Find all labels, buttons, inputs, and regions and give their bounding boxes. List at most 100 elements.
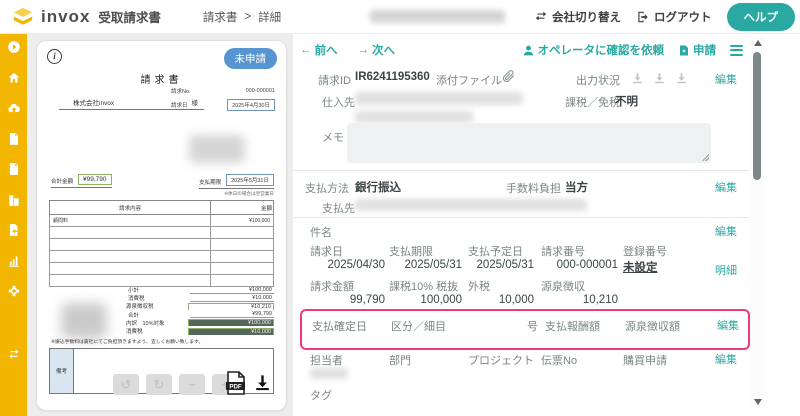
tag-label: タグ [310, 387, 332, 403]
payment-method-value: 銀行振込 [355, 179, 401, 195]
company-switch-button[interactable]: 会社切り替え [534, 9, 621, 25]
total-value: ¥10,000 [190, 295, 274, 302]
table-row [50, 263, 274, 275]
total-value-tax[interactable]: ¥10,000 [188, 328, 274, 335]
edit-subject-link[interactable]: 編集 [715, 223, 737, 239]
edit-assignment-link[interactable]: 編集 [715, 351, 737, 367]
collapse-arrow-icon[interactable] [7, 40, 21, 54]
due-date-label: 支払期限 [389, 243, 433, 259]
upload-cloud-icon[interactable] [7, 101, 21, 115]
apply-doc-icon [678, 44, 690, 57]
person-icon [522, 44, 535, 57]
logo-text: invox [41, 7, 90, 27]
category-detail-label: 区分／細目 [391, 318, 446, 334]
registration-number-value[interactable]: 未設定 [623, 259, 658, 275]
scroll-down-icon[interactable] [754, 399, 762, 405]
logout-label: ログアウト [654, 9, 712, 25]
pdf-download-icon[interactable]: PDF [225, 371, 246, 395]
breadcrumb-invoices[interactable]: 請求書 [203, 9, 238, 25]
settings-gear-icon[interactable] [7, 284, 21, 298]
analytics-chart-icon[interactable] [7, 254, 21, 268]
doc-due-date[interactable]: 2025年5月31日 [226, 174, 274, 186]
vertical-scrollbar[interactable] [751, 37, 764, 408]
rotate-right-button[interactable]: ↻ [146, 374, 172, 395]
request-operator-button[interactable]: オペレータに確認を依頼 [522, 42, 665, 58]
total-value-withholding[interactable]: ¥10,210 [188, 303, 274, 310]
menu-hamburger-icon[interactable] [730, 45, 743, 56]
doc-invoice-date[interactable]: 2025年4月30日 [227, 99, 275, 111]
supplier-building-icon[interactable] [7, 193, 21, 207]
output-download-icon[interactable] [653, 71, 666, 85]
company-switch-label: 会社切り替え [552, 9, 621, 25]
fee-burden-label: 手数料負担 [506, 180, 561, 196]
total-label: 小計 [128, 286, 190, 294]
output-download-icon[interactable] [675, 71, 688, 85]
switch-arrows-icon [534, 10, 548, 24]
slip-no-label: 伝票No [541, 352, 577, 368]
output-status-label: 出力状況 [576, 72, 620, 88]
doc-recipient: 株式会社invox 様 [59, 97, 204, 110]
taxable-label: 課税10% 税抜 [389, 278, 458, 294]
memo-label: メモ [322, 129, 344, 145]
doc-col-item: 請求内容 [50, 201, 211, 215]
supplier-label: 仕入先 [322, 94, 355, 110]
tax-exempt-label: 課税／免税 [565, 94, 620, 110]
export-document-icon[interactable] [7, 223, 21, 237]
total-label: 消費税 [128, 294, 190, 302]
withholding-value: 10,210 [541, 294, 618, 306]
document-icon[interactable] [7, 162, 21, 176]
attachment-label: 添付ファイル [436, 72, 502, 88]
doc-invoice-no-label: 請求No. [171, 87, 191, 95]
withholding-label: 源泉徴収 [541, 278, 585, 294]
app-logo[interactable]: invox 受取請求書 [0, 6, 161, 28]
issue-number-label: 号 [527, 318, 538, 334]
scroll-up-icon[interactable] [754, 40, 762, 46]
table-row [50, 275, 274, 287]
invoice-list-icon[interactable] [7, 132, 21, 146]
invoice-id-label: 請求ID [318, 72, 351, 88]
pay-reward-amount-label: 支払報酬額 [545, 318, 600, 334]
edit-payment-confirm-link[interactable]: 編集 [717, 317, 739, 333]
top-header: invox 受取請求書 請求書 > 詳細 会社切り替え ログアウト ヘルプ [0, 0, 800, 34]
info-icon[interactable]: i [47, 49, 62, 64]
preview-toolbar: ↺ ↻ − + [113, 374, 238, 395]
payee-label: 支払先 [322, 200, 355, 216]
taxable-value: 100,000 [389, 294, 462, 306]
apply-button[interactable]: 申請 [678, 42, 716, 58]
invoice-date-value: 2025/04/30 [310, 259, 385, 271]
total-label: 内訳 10%対象 [126, 319, 188, 327]
output-download-icon[interactable] [631, 71, 644, 85]
logout-icon [636, 10, 650, 24]
prev-button[interactable]: ← 前へ [300, 42, 338, 58]
invoice-number-label: 請求番号 [541, 243, 585, 259]
payment-method-label: 支払方法 [305, 180, 349, 196]
doc-row1-amount: ¥100,000 [211, 215, 274, 227]
paperclip-icon[interactable] [501, 69, 516, 84]
left-sidebar [0, 33, 27, 416]
company-switch-side-icon[interactable] [7, 347, 21, 361]
zoom-out-button[interactable]: − [179, 374, 205, 395]
home-icon[interactable] [7, 71, 21, 85]
doc-total-amount[interactable]: ¥99,790 [78, 174, 112, 185]
help-button[interactable]: ヘルプ [727, 3, 796, 31]
edit-payment-link[interactable]: 編集 [715, 179, 737, 195]
breadcrumb: 請求書 > 詳細 [203, 9, 281, 25]
rotate-left-button[interactable]: ↺ [113, 374, 139, 395]
redacted-supplier-name [355, 92, 523, 105]
logout-button[interactable]: ログアウト [636, 9, 712, 25]
memo-textarea[interactable] [347, 123, 711, 163]
line-items-link[interactable]: 明細 [715, 262, 737, 278]
download-icon[interactable] [253, 372, 272, 393]
redacted-supplier-name-2 [355, 111, 473, 123]
edit-header-link[interactable]: 編集 [715, 71, 737, 87]
due-date-value: 2025/05/31 [389, 259, 462, 271]
redacted-issuer-block [189, 135, 245, 163]
doc-recipient-name: 株式会社invox [73, 97, 114, 107]
scrollbar-thumb[interactable] [753, 52, 761, 180]
table-row: 顧問料 ¥100,000 [50, 215, 274, 227]
next-button[interactable]: → 次へ [358, 42, 396, 58]
total-value-taxable[interactable]: ¥100,000 [188, 319, 274, 326]
svg-text:PDF: PDF [229, 384, 242, 391]
resize-grip-icon[interactable] [701, 153, 709, 161]
invox-app-window: invox 受取請求書 請求書 > 詳細 会社切り替え ログアウト ヘルプ [0, 0, 800, 416]
